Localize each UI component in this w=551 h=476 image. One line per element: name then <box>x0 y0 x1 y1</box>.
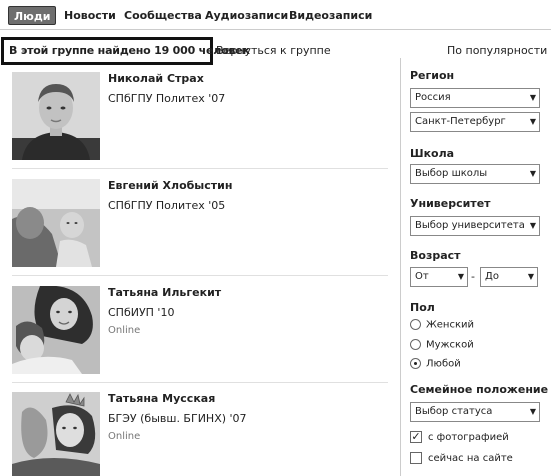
age-from-value: От <box>415 271 429 282</box>
filters-sidebar: Регион Россия ▼ Санкт-Петербург ▼ Школа Вы… <box>400 58 551 476</box>
university-label: Университет <box>410 197 491 210</box>
school-select[interactable]: Выбор школы ▼ <box>410 164 540 184</box>
age-dash: - <box>471 270 475 283</box>
gender-label: Пол <box>410 301 435 314</box>
online-now-option[interactable]: сейчас на сайте <box>410 452 513 466</box>
city-select[interactable]: Санкт-Петербург ▼ <box>410 112 540 132</box>
chevron-down-icon: ▼ <box>529 407 536 416</box>
with-photo-option[interactable]: ✓ с фотографией <box>410 431 509 445</box>
country-select[interactable]: Россия ▼ <box>410 88 540 108</box>
country-value: Россия <box>415 92 451 103</box>
tab-news[interactable]: Новости <box>64 6 116 25</box>
gender-option-female[interactable]: Женский <box>410 319 474 333</box>
divider <box>12 275 388 276</box>
tab-people[interactable]: Люди <box>8 6 57 25</box>
marital-status-label: Семейное положение <box>410 383 549 396</box>
avatar[interactable] <box>12 179 100 267</box>
online-status: Online <box>108 325 141 336</box>
marital-status-select[interactable]: Выбор статуса ▼ <box>410 402 540 422</box>
tab-communities[interactable]: Сообщества <box>124 6 202 25</box>
tab-audio[interactable]: Аудиозаписи <box>205 6 288 25</box>
list-item: Татьяна Мусская БГЭУ (бывш. БГИНХ) '07 O… <box>12 392 388 476</box>
person-school: СПбИУП '10 <box>108 306 175 319</box>
chevron-down-icon: ▼ <box>457 272 464 281</box>
results-count: В этой группе найдено 19 000 человек <box>1 37 250 65</box>
sort-dropdown[interactable]: По популярности▼ <box>447 44 551 57</box>
chevron-down-icon: ▼ <box>529 169 536 178</box>
online-now-label: сейчас на сайте <box>428 453 513 464</box>
city-value: Санкт-Петербург <box>415 116 506 127</box>
chevron-down-icon: ▼ <box>529 93 536 102</box>
region-label: Регион <box>410 69 455 82</box>
list-item: Николай Страх СПбГПУ Политех '07 <box>12 72 388 162</box>
online-status: Online <box>108 431 141 442</box>
avatar[interactable] <box>12 72 100 160</box>
list-item: Татьяна Ильгекит СПбИУП '10 Online <box>12 286 388 376</box>
person-school: СПбГПУ Политех '07 <box>108 92 226 105</box>
gender-option-label: Мужской <box>426 339 474 351</box>
tab-video[interactable]: Видеозаписи <box>289 6 372 25</box>
list-item: Евгений Хлобыстин СПбГПУ Политех '05 <box>12 179 388 269</box>
avatar[interactable] <box>12 392 100 476</box>
person-name[interactable]: Евгений Хлобыстин <box>108 179 232 192</box>
person-name[interactable]: Николай Страх <box>108 72 204 85</box>
checkbox[interactable] <box>410 452 422 464</box>
gender-option-male[interactable]: Мужской <box>410 339 474 353</box>
chevron-down-icon: ▼ <box>529 221 536 230</box>
chevron-down-icon: ▼ <box>527 272 534 281</box>
divider <box>12 382 388 383</box>
back-to-group-link[interactable]: Вернуться к группе <box>216 44 331 57</box>
person-school: БГЭУ (бывш. БГИНХ) '07 <box>108 412 247 425</box>
person-name[interactable]: Татьяна Ильгекит <box>108 286 221 299</box>
divider <box>12 168 388 169</box>
section-tabs: Люди Новости Сообщества Аудиозаписи Виде… <box>0 0 551 30</box>
university-value: Выбор университета <box>415 220 525 231</box>
marital-status-value: Выбор статуса <box>415 406 493 417</box>
age-to-select[interactable]: До ▼ <box>480 267 538 287</box>
avatar[interactable] <box>12 286 100 374</box>
school-label: Школа <box>410 147 455 160</box>
gender-option-any[interactable]: Любой <box>410 358 461 372</box>
checkbox-checked[interactable]: ✓ <box>410 431 422 443</box>
age-label: Возраст <box>410 249 461 262</box>
sort-label: По популярности <box>447 44 548 57</box>
radio-button[interactable] <box>410 319 421 330</box>
with-photo-label: с фотографией <box>428 432 509 443</box>
age-to-value: До <box>485 271 499 282</box>
gender-option-label: Любой <box>426 358 461 370</box>
person-name[interactable]: Татьяна Мусская <box>108 392 215 405</box>
radio-button[interactable] <box>410 358 421 369</box>
chevron-down-icon: ▼ <box>529 117 536 126</box>
gender-option-label: Женский <box>426 319 474 331</box>
radio-button[interactable] <box>410 339 421 350</box>
school-value: Выбор школы <box>415 168 488 179</box>
age-from-select[interactable]: От ▼ <box>410 267 468 287</box>
person-school: СПбГПУ Политех '05 <box>108 199 226 212</box>
university-select[interactable]: Выбор университета ▼ <box>410 216 540 236</box>
